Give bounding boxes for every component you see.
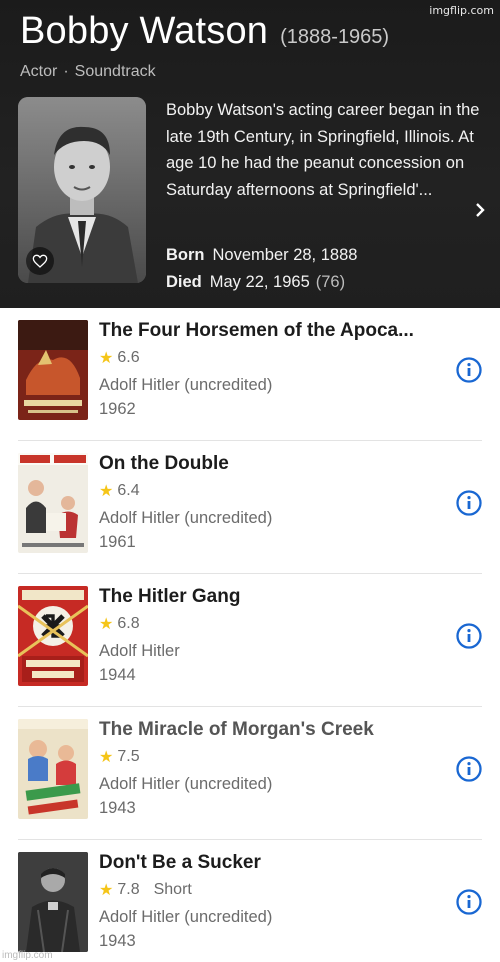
person-photo[interactable]	[18, 97, 146, 283]
credit-rating: ★ 7.5	[99, 747, 140, 767]
person-bio[interactable]: Bobby Watson's acting career began in th…	[166, 97, 486, 203]
watermark: imgflip.com	[429, 4, 494, 17]
role-actor[interactable]: Actor	[20, 63, 57, 81]
credit-role: Adolf Hitler (uncredited)	[99, 376, 273, 394]
died-label: Died	[166, 273, 202, 291]
person-header: imgflip.com Bobby Watson (1888-1965) Act…	[0, 0, 500, 308]
info-icon[interactable]	[455, 356, 483, 384]
credit-title[interactable]: Don't Be a Sucker	[99, 852, 261, 874]
info-icon[interactable]	[455, 888, 483, 916]
favorite-button[interactable]	[26, 247, 54, 275]
poster-image[interactable]	[18, 719, 88, 819]
poster-image[interactable]	[18, 852, 88, 952]
rating-value: 6.8	[117, 615, 140, 632]
credit-role: Adolf Hitler (uncredited)	[99, 908, 273, 926]
rating-value: 7.5	[117, 748, 140, 765]
person-roles: Actor · Soundtrack	[20, 63, 156, 81]
born-fact: Born November 28, 1888	[166, 246, 357, 265]
credit-rating: ★ 6.6	[99, 348, 140, 368]
credit-role: Adolf Hitler (uncredited)	[99, 509, 273, 527]
died-age: (76)	[315, 273, 346, 291]
star-icon: ★	[99, 882, 114, 899]
credit-item[interactable]: The Miracle of Morgan's Creek ★ 7.5 Adol…	[0, 707, 500, 840]
role-separator: ·	[63, 63, 69, 80]
person-years: (1888-1965)	[280, 26, 390, 48]
credit-year: 1961	[99, 533, 136, 551]
info-icon[interactable]	[455, 489, 483, 517]
info-icon[interactable]	[455, 755, 483, 783]
credit-item[interactable]: The Hitler Gang ★ 6.8 Adolf Hitler 1944	[0, 574, 500, 707]
info-icon[interactable]	[455, 622, 483, 650]
credit-year: 1944	[99, 666, 136, 684]
star-icon: ★	[99, 749, 114, 766]
person-name: Bobby Watson	[20, 10, 269, 52]
credit-year: 1943	[99, 799, 136, 817]
credit-title[interactable]: The Hitler Gang	[99, 586, 240, 608]
credit-type: Short	[153, 881, 192, 898]
rating-value: 6.4	[117, 482, 140, 499]
chevron-right-icon[interactable]	[474, 202, 486, 218]
credit-role: Adolf Hitler (uncredited)	[99, 775, 273, 793]
credit-role: Adolf Hitler	[99, 642, 180, 660]
poster-image[interactable]	[18, 320, 88, 420]
died-value: May 22, 1965	[209, 273, 310, 291]
star-icon: ★	[99, 483, 114, 500]
name-row: Bobby Watson (1888-1965)	[20, 10, 389, 53]
credit-rating: ★ 6.4	[99, 481, 140, 501]
credit-item[interactable]: Don't Be a Sucker ★ 7.8 Short Adolf Hitl…	[0, 840, 500, 962]
credit-title[interactable]: The Miracle of Morgan's Creek	[99, 719, 374, 741]
poster-image[interactable]	[18, 453, 88, 553]
credit-rating: ★ 6.8	[99, 614, 140, 634]
star-icon: ★	[99, 350, 114, 367]
heart-icon	[32, 254, 48, 268]
rating-value: 7.8	[117, 881, 140, 898]
credit-item[interactable]: The Four Horsemen of the Apoca... ★ 6.6 …	[0, 308, 500, 441]
credit-rating: ★ 7.8 Short	[99, 880, 192, 900]
role-soundtrack[interactable]: Soundtrack	[75, 63, 156, 81]
credit-title[interactable]: On the Double	[99, 453, 229, 475]
credit-year: 1962	[99, 400, 136, 418]
poster-image[interactable]	[18, 586, 88, 686]
born-label: Born	[166, 246, 205, 264]
credit-title[interactable]: The Four Horsemen of the Apoca...	[99, 320, 414, 342]
star-icon: ★	[99, 616, 114, 633]
credit-year: 1943	[99, 932, 136, 950]
footer-watermark: imgflip.com	[2, 950, 53, 961]
credit-item[interactable]: On the Double ★ 6.4 Adolf Hitler (uncred…	[0, 441, 500, 574]
died-fact: Died May 22, 1965 (76)	[166, 273, 345, 292]
rating-value: 6.6	[117, 349, 140, 366]
born-value: November 28, 1888	[212, 246, 358, 264]
